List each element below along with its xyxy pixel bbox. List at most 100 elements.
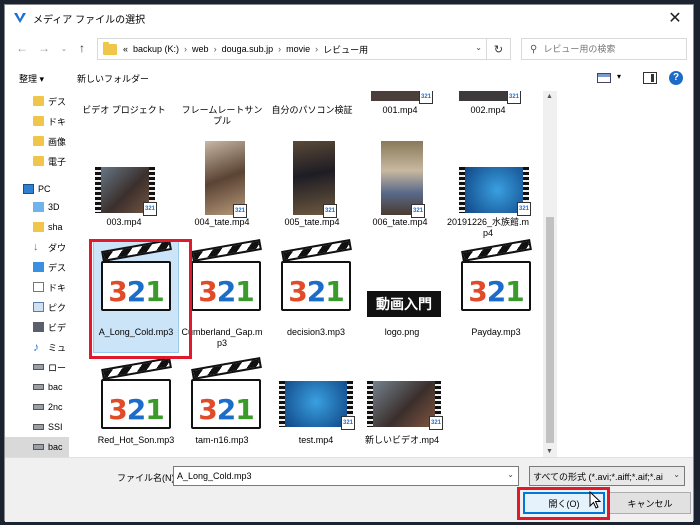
breadcrumb-separator[interactable]: ›	[315, 44, 318, 54]
sidebar-item[interactable]: ピク	[5, 297, 69, 317]
videos-icon	[33, 322, 44, 332]
highlight-box	[89, 239, 192, 359]
sidebar-item[interactable]: bac	[5, 377, 69, 397]
close-icon[interactable]: ✕	[663, 8, 687, 28]
back-arrow-icon[interactable]: ←	[13, 39, 31, 57]
sidebar-item[interactable]: sha	[5, 217, 69, 237]
logo-thumbnail: 動画入門	[367, 291, 441, 317]
file-type-filter[interactable]: すべての形式 (*.avi;*.aiff;*.aif;*.ai ⌄	[529, 466, 685, 486]
media-player-icon: 321	[517, 202, 531, 216]
breadcrumb-item[interactable]: web	[192, 44, 209, 54]
sidebar-item[interactable]: ビデ	[5, 317, 69, 337]
download-icon: ↓	[33, 241, 39, 253]
recent-dropdown-icon[interactable]: ⌄	[55, 39, 73, 57]
video-thumbnail: 321	[459, 167, 531, 216]
search-input[interactable]	[543, 44, 674, 54]
folder-icon	[103, 41, 117, 55]
cancel-button[interactable]: キャンセル	[609, 492, 691, 514]
drive-icon	[33, 424, 44, 430]
documents-icon	[33, 282, 44, 292]
folder-icon	[33, 96, 44, 106]
organize-button[interactable]: 整理 ▾	[19, 72, 44, 85]
media-player-icon: 321	[429, 416, 443, 430]
desktop-icon	[33, 262, 44, 272]
sidebar-item[interactable]: ロー	[5, 357, 69, 377]
breadcrumb-overflow[interactable]: «	[123, 44, 128, 54]
up-arrow-icon[interactable]: ↑	[73, 39, 91, 57]
title-bar: メディア ファイルの選択 ✕	[5, 5, 693, 31]
sidebar-item-pc[interactable]: PC	[5, 179, 69, 199]
dialog-footer: ファイル名(N): A_Long_Cold.mp3 ⌄ すべての形式 (*.av…	[5, 457, 693, 522]
address-bar[interactable]: « backup (K:) › web › douga.sub.jp › mov…	[97, 38, 511, 60]
breadcrumb-item[interactable]: レビュー用	[323, 43, 368, 56]
chevron-down-icon[interactable]: ⌄	[507, 470, 514, 479]
breadcrumb: « backup (K:) › web › douga.sub.jp › mov…	[123, 43, 368, 56]
address-dropdown-icon[interactable]: ⌄	[475, 43, 482, 52]
sidebar-item[interactable]: ドキ	[5, 277, 69, 297]
media-player-icon: 321	[323, 204, 337, 218]
media-player-icon: 321	[341, 416, 355, 430]
sidebar-item[interactable]: ♪ ミュ	[5, 337, 69, 357]
folder-icon	[33, 136, 44, 146]
3d-objects-icon	[33, 202, 44, 212]
forward-arrow-icon[interactable]: →	[35, 39, 53, 57]
media-player-icon: 321	[507, 91, 521, 104]
video-thumbnail: 321	[95, 167, 157, 216]
change-view-icon[interactable]	[597, 73, 611, 83]
video-thumbnail: 321	[371, 91, 433, 104]
sidebar-item[interactable]: 3D	[5, 197, 69, 217]
sidebar-item[interactable]: ドキ	[5, 111, 69, 131]
sidebar-item[interactable]: デス	[5, 257, 69, 277]
video-thumbnail: 321	[279, 381, 355, 430]
pc-icon	[23, 184, 34, 194]
video-thumbnail: 321	[205, 141, 247, 218]
sidebar-item[interactable]: 画像	[5, 131, 69, 151]
refresh-icon[interactable]: ↻	[486, 39, 510, 59]
shared-folder-icon	[33, 222, 44, 232]
search-box[interactable]: ⚲	[521, 38, 687, 60]
media-player-icon: 321	[419, 91, 433, 104]
preview-pane-icon[interactable]	[643, 72, 657, 84]
drive-icon	[33, 404, 44, 410]
command-bar: 整理 ▾ 新しいフォルダー ▾ ?	[5, 67, 693, 91]
pictures-icon	[33, 302, 44, 312]
sidebar-item[interactable]: 2nc	[5, 397, 69, 417]
sidebar-item-selected[interactable]: bac	[5, 437, 69, 457]
folder-icon	[33, 116, 44, 126]
breadcrumb-separator[interactable]: ›	[278, 44, 281, 54]
sidebar-item[interactable]: 電子	[5, 151, 69, 171]
sidebar-item[interactable]: ↓ ダウ	[5, 237, 69, 257]
breadcrumb-item[interactable]: movie	[286, 44, 310, 54]
media-player-icon: 321	[411, 204, 425, 218]
breadcrumb-separator[interactable]: ›	[184, 44, 187, 54]
video-thumbnail: 321	[459, 91, 521, 104]
chevron-down-icon[interactable]: ⌄	[671, 470, 680, 479]
app-logo-icon	[14, 13, 26, 23]
help-icon[interactable]: ?	[669, 71, 683, 85]
sidebar-item[interactable]: SSI	[5, 417, 69, 437]
video-thumbnail: 321	[293, 141, 337, 218]
filename-label: ファイル名(N):	[117, 473, 177, 483]
vertical-scrollbar[interactable]: ▲ ▼	[543, 91, 557, 457]
navigation-bar: ← → ⌄ ↑ « backup (K:) › web › douga.sub.…	[5, 35, 693, 63]
media-player-icon: 321	[143, 202, 157, 216]
drive-icon	[33, 384, 44, 390]
scrollbar-thumb[interactable]	[546, 217, 554, 443]
navigation-pane: デス ドキ 画像 電子 PC 3D sha ↓ ダウ デス ドキ ピク ビデ ♪ ミ…	[5, 91, 69, 457]
new-folder-button[interactable]: 新しいフォルダー	[77, 72, 149, 85]
scroll-down-icon[interactable]: ▼	[546, 448, 553, 455]
filename-field[interactable]: A_Long_Cold.mp3 ⌄	[173, 466, 519, 486]
drive-icon	[33, 444, 44, 450]
scroll-up-icon[interactable]: ▲	[546, 93, 553, 100]
folder-icon	[33, 156, 44, 166]
video-thumbnail: 321	[367, 381, 443, 430]
breadcrumb-separator[interactable]: ›	[214, 44, 217, 54]
file-open-dialog: メディア ファイルの選択 ✕ ← → ⌄ ↑ « backup (K:) › w…	[4, 4, 694, 522]
view-dropdown-icon[interactable]: ▾	[617, 72, 621, 81]
file-list: ビデオ プロジェクト フレームレートサンプル 自分のパソコン検証 321 001…	[69, 91, 543, 457]
window-title: メディア ファイルの選択	[33, 14, 146, 26]
breadcrumb-item[interactable]: backup (K:)	[133, 44, 179, 54]
sidebar-item[interactable]: デス	[5, 91, 69, 111]
breadcrumb-item[interactable]: douga.sub.jp	[222, 44, 274, 54]
video-thumbnail: 321	[381, 141, 425, 218]
